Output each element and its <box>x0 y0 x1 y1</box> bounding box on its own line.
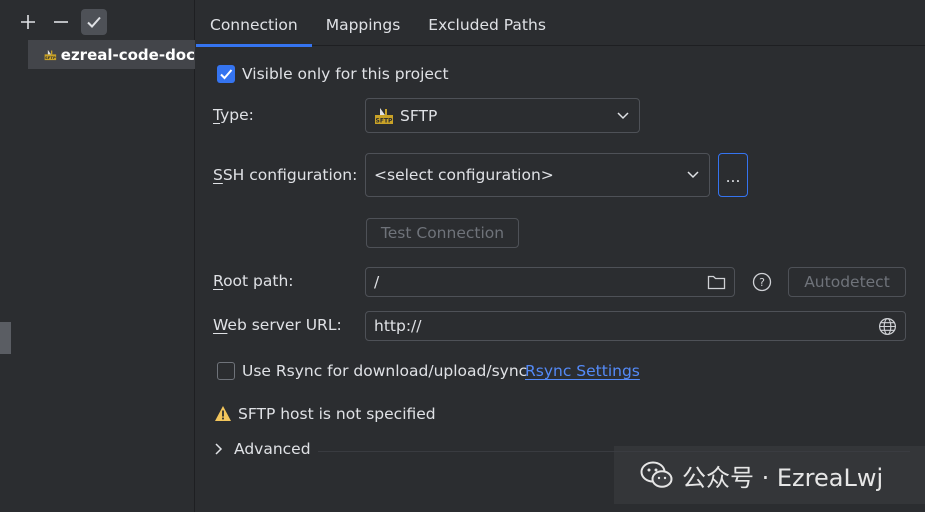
web-server-url-value: http:// <box>374 317 422 335</box>
set-default-button[interactable] <box>81 9 107 35</box>
visible-only-label: Visible only for this project <box>242 65 449 83</box>
use-rsync-checkbox[interactable] <box>217 362 235 380</box>
warning-message: SFTP host is not specified <box>238 405 436 423</box>
ssh-config-label-rest: SH configuration: <box>222 166 358 184</box>
tab-mappings[interactable]: Mappings <box>312 0 415 46</box>
ssh-config-select[interactable]: <select configuration> <box>365 153 710 197</box>
root-path-value: / <box>374 273 380 291</box>
rsync-settings-link[interactable]: Rsync Settings <box>525 362 640 380</box>
root-path-label: Root path: <box>213 272 294 290</box>
help-icon[interactable]: ? <box>752 272 772 292</box>
advanced-toggle[interactable]: Advanced <box>214 440 311 458</box>
ssh-config-browse-button[interactable]: ... <box>718 153 748 197</box>
watermark: 公众号 · EzreaLwj <box>614 446 925 504</box>
web-server-url-label-rest: eb server URL: <box>227 316 342 334</box>
svg-text:?: ? <box>759 276 765 289</box>
visible-only-checkbox[interactable] <box>217 65 235 83</box>
warning-icon <box>215 406 231 421</box>
tab-connection[interactable]: Connection <box>196 0 312 47</box>
test-connection-button[interactable]: Test Connection <box>366 218 519 248</box>
server-list-item[interactable]: SFTP ezreal-code-doc <box>28 40 195 69</box>
type-select[interactable]: SFTP SFTP <box>365 98 640 133</box>
root-path-label-rest: oot path: <box>223 272 294 290</box>
globe-icon[interactable] <box>878 317 897 336</box>
svg-text:SFTP: SFTP <box>45 55 56 60</box>
checkmark-icon <box>87 16 101 28</box>
chevron-right-icon <box>215 443 223 455</box>
type-label-rest: ype: <box>220 106 254 124</box>
type-label: Type: <box>213 106 254 124</box>
server-list-panel: SFTP ezreal-code-doc <box>0 0 195 512</box>
web-server-url-label: Web server URL: <box>213 316 342 334</box>
server-name: ezreal-code-doc <box>60 45 195 64</box>
plus-icon <box>21 15 35 29</box>
ssh-config-label: SSH configuration: <box>213 166 358 184</box>
root-path-field[interactable]: / <box>365 267 735 297</box>
checkmark-icon <box>220 69 233 80</box>
folder-icon[interactable] <box>707 274 726 290</box>
minus-icon <box>54 21 68 23</box>
tab-bar: Connection Mappings Excluded Paths <box>196 0 925 47</box>
wechat-icon <box>640 461 673 488</box>
scroll-indicator <box>0 322 11 354</box>
advanced-label: Advanced <box>234 440 311 458</box>
type-value: SFTP <box>400 106 438 125</box>
use-rsync-label: Use Rsync for download/upload/sync <box>242 362 528 380</box>
remove-server-button[interactable] <box>48 9 74 35</box>
tab-excluded-paths[interactable]: Excluded Paths <box>414 0 560 46</box>
sftp-icon: SFTP <box>375 107 394 124</box>
chevron-down-icon <box>687 171 699 179</box>
sftp-server-icon: SFTP <box>44 49 57 60</box>
web-server-url-field[interactable]: http:// <box>365 311 906 341</box>
add-server-button[interactable] <box>15 9 41 35</box>
autodetect-button[interactable]: Autodetect <box>788 267 906 297</box>
chevron-down-icon <box>617 111 629 119</box>
svg-text:SFTP: SFTP <box>376 117 394 124</box>
watermark-text: 公众号 · EzreaLwj <box>682 463 884 492</box>
ssh-config-value: <select configuration> <box>374 166 554 184</box>
